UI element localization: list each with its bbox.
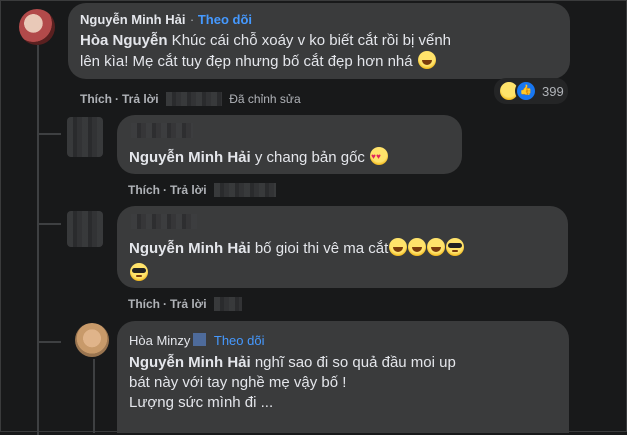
author-name-redacted[interactable] [131, 214, 197, 229]
laughing-emoji-icon [389, 238, 408, 256]
mention-link[interactable]: Nguyễn Minh Hải [129, 354, 251, 371]
reply-bubble: Nguyễn Minh Hải bố gioi thi vê ma cắt [117, 206, 568, 288]
like-button[interactable]: Thích [128, 297, 160, 311]
author-name-redacted[interactable] [131, 123, 193, 138]
like-button[interactable]: Thích [80, 92, 112, 106]
reply-author[interactable]: Hòa Minzy [129, 333, 190, 348]
separator-dot: · [189, 12, 198, 27]
timestamp-redacted [213, 183, 276, 197]
comment-text: Hòa Nguyễn Khúc cái chỗ xoáy v ko biết c… [80, 31, 565, 72]
mention-link[interactable]: Nguyễn Minh Hải [129, 149, 251, 166]
reaction-count: 399 [542, 83, 564, 99]
thread-line-sub [93, 359, 95, 433]
verified-badge-icon [193, 333, 207, 346]
reply-text-content: y chang bản gốc [250, 149, 365, 166]
laughing-emoji-icon [408, 238, 427, 256]
reply-text: Nguyễn Minh Hải nghĩ sao đi so quả đầu m… [129, 353, 559, 413]
reply-text-content: bố gioi thi vê ma cắt [250, 240, 389, 257]
thread-line-branch [37, 133, 61, 135]
timestamp-redacted [165, 92, 222, 106]
avatar[interactable] [19, 9, 55, 45]
separator-dot: · [163, 183, 167, 197]
mention-link[interactable]: Hòa Nguyễn [80, 32, 168, 49]
comment-actions: Thích · Trả lời Đã chỉnh sửa [80, 92, 301, 106]
comment-text-line: lên kìa! Mẹ cắt tuy đẹp nhưng bố cắt đẹp… [80, 53, 413, 70]
thread-line-main [37, 45, 39, 435]
comment-thread: Nguyễn Minh Hải · Theo dõi Hòa Nguyễn Kh… [0, 0, 627, 435]
comment-author[interactable]: Nguyễn Minh Hải [80, 12, 185, 27]
heart-eyes-emoji-icon [370, 147, 389, 167]
reply-text: Nguyễn Minh Hải y chang bản gốc [129, 147, 389, 168]
reply-text: Nguyễn Minh Hải bố gioi thi vê ma cắt [129, 238, 559, 284]
laughing-emoji-icon [417, 51, 436, 69]
avatar-redacted[interactable] [67, 117, 103, 157]
mention-link[interactable]: Nguyễn Minh Hải [129, 240, 251, 257]
reply-button[interactable]: Trả lời [170, 183, 207, 197]
sunglasses-emoji-icon [130, 263, 148, 281]
laughing-emoji-icon [427, 238, 446, 256]
comment-bubble: Nguyễn Minh Hải · Theo dõi Hòa Nguyễn Kh… [68, 3, 570, 79]
reply-text-line: nghĩ sao đi so quả đầu moi up [250, 354, 456, 371]
thread-line-branch [37, 341, 61, 343]
follow-link[interactable]: Theo dõi [214, 333, 265, 348]
reply-button[interactable]: Trả lời [170, 297, 207, 311]
reply-text-line: Lượng sức mình đi ... [129, 394, 274, 411]
timestamp-redacted [213, 297, 242, 311]
follow-link[interactable]: Theo dõi [198, 12, 252, 27]
reply-text-line: bát này với tay nghề mẹ vậy bố ! [129, 374, 347, 391]
avatar[interactable] [75, 323, 109, 357]
reaction-summary[interactable]: 👍 399 [494, 78, 568, 104]
like-button[interactable]: Thích [128, 183, 160, 197]
sunglasses-emoji-icon [446, 238, 465, 256]
like-reaction-icon: 👍 [515, 80, 537, 102]
separator-dot: · [115, 92, 119, 106]
reply-bubble: Hòa Minzy Theo dõi Nguyễn Minh Hải nghĩ … [117, 321, 569, 433]
reply-bubble: Nguyễn Minh Hải y chang bản gốc [117, 115, 462, 174]
avatar-redacted[interactable] [67, 211, 103, 247]
comment-text-line: Khúc cái chỗ xoáy v ko biết cắt rồi bị v… [167, 32, 451, 49]
reply-actions: Thích · Trả lời [128, 297, 242, 311]
separator-dot: · [163, 297, 167, 311]
reply-button[interactable]: Trả lời [122, 92, 159, 106]
edited-label: Đã chỉnh sửa [229, 92, 301, 106]
reply-actions: Thích · Trả lời [128, 183, 276, 197]
thread-line-branch [37, 223, 61, 225]
